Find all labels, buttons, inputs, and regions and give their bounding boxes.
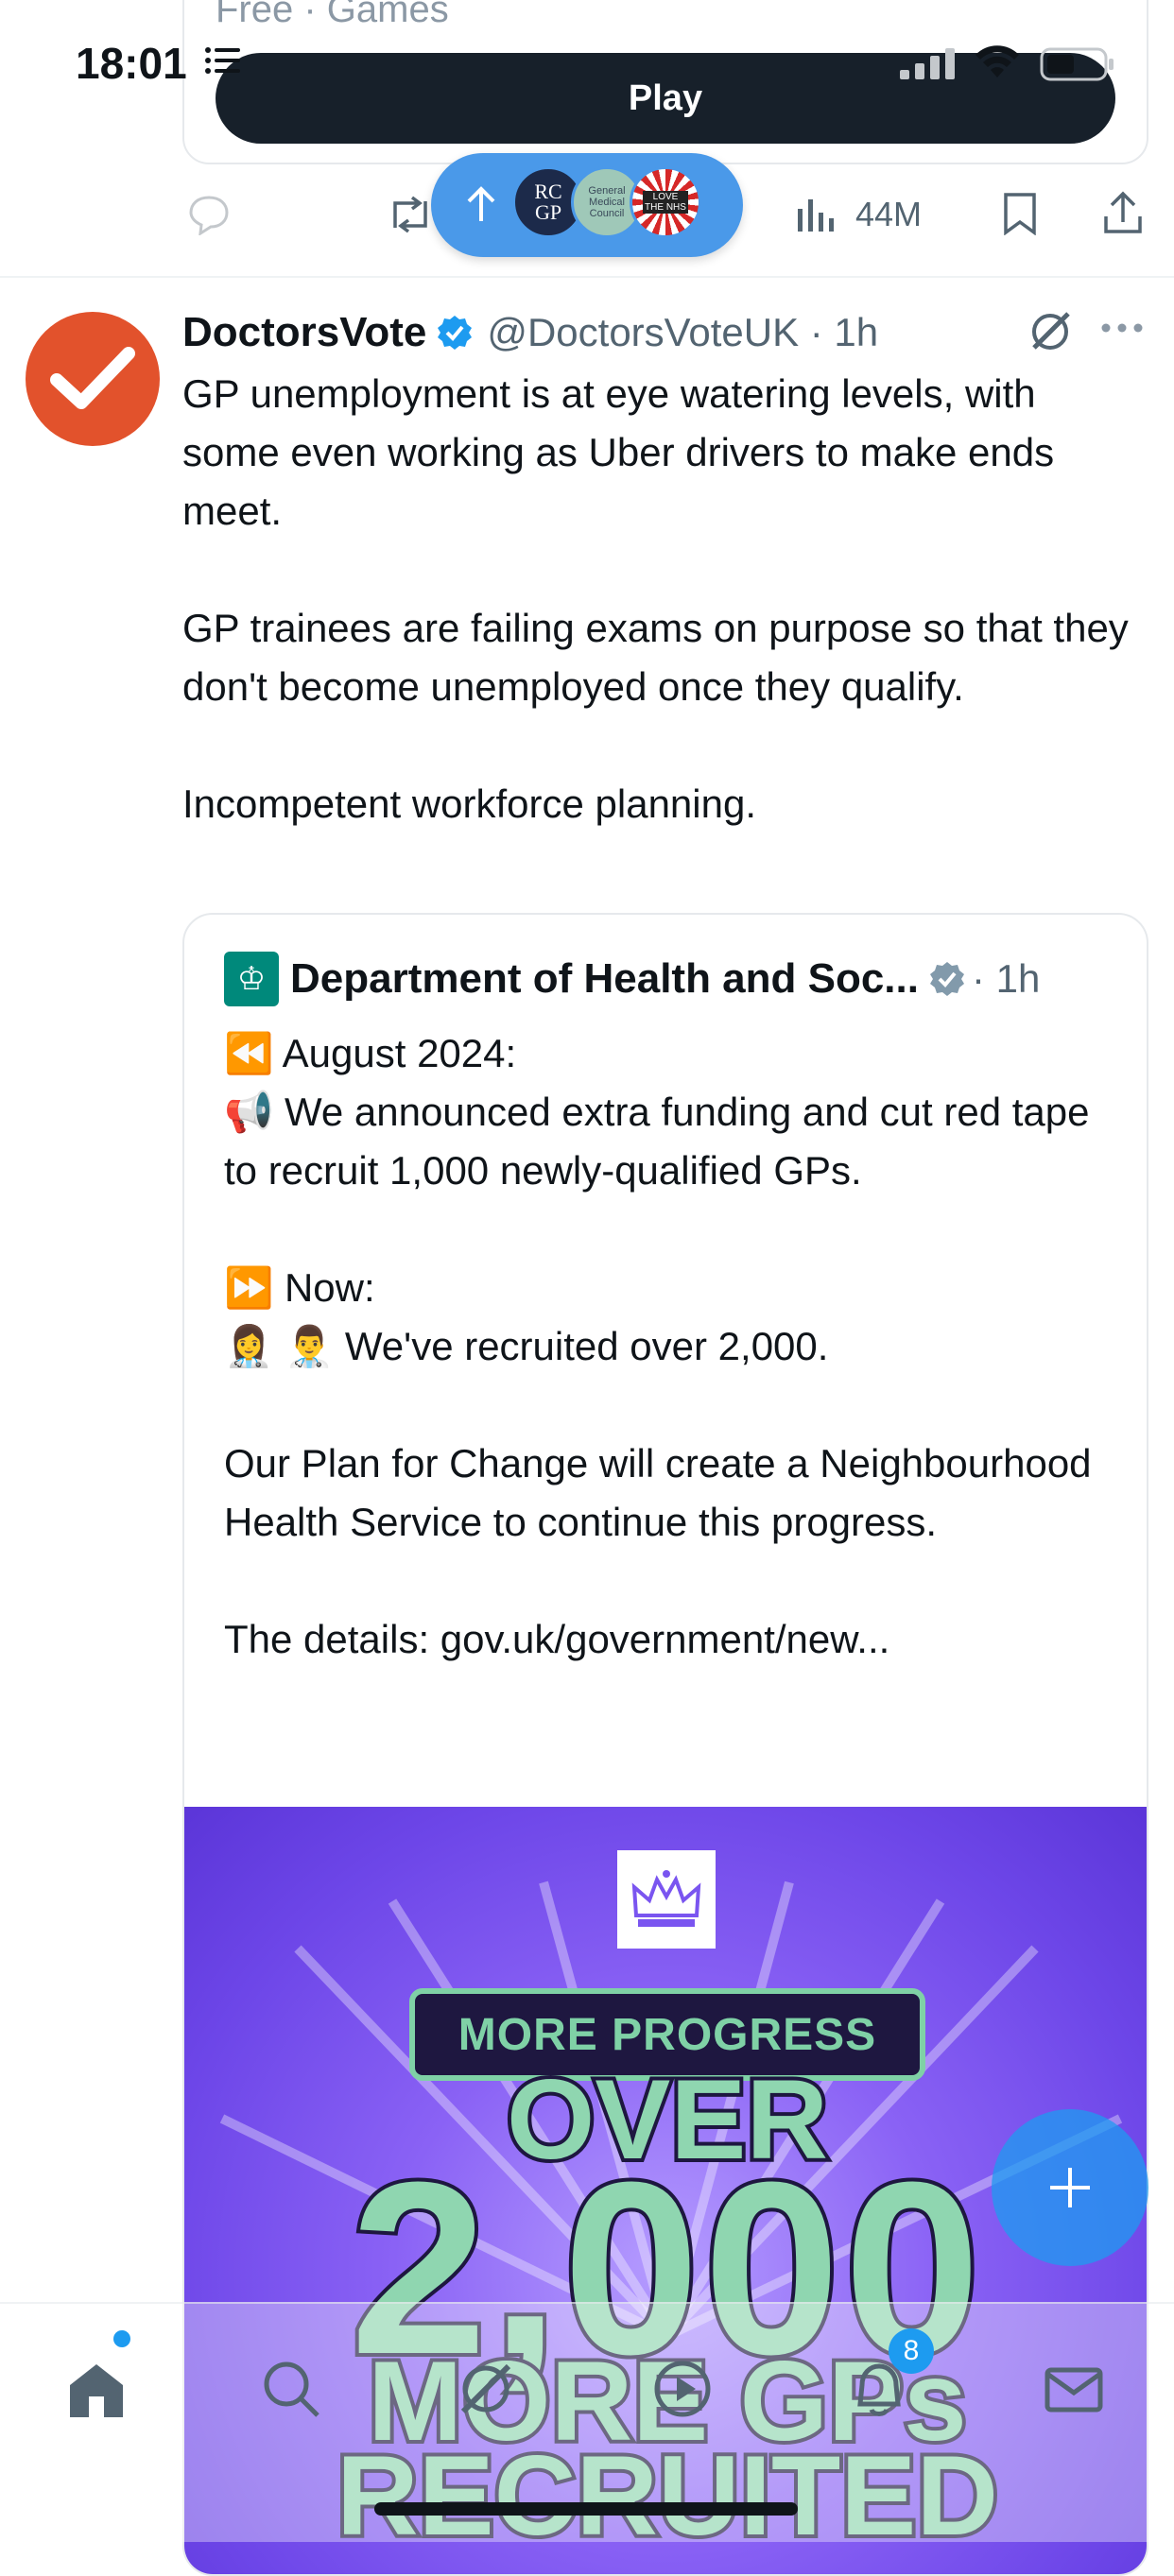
repost-icon[interactable] — [386, 194, 435, 235]
dhsc-logo-icon: ♔ — [224, 952, 279, 1006]
quote-time: · 1h — [971, 956, 1041, 1001]
tweet-header: DoctorsVote @DoctorsVoteUK · 1h — [182, 304, 878, 361]
nav-video[interactable] — [635, 2342, 730, 2436]
quote-header: ♔ Department of Health and Soc... · 1h — [224, 952, 1041, 1006]
arrow-up-icon — [467, 186, 495, 221]
home-unread-dot — [113, 2330, 130, 2347]
crown-icon — [631, 1870, 701, 1927]
crown-logo — [617, 1850, 716, 1949]
author-name[interactable]: DoctorsVote — [182, 309, 426, 356]
tweet-divider — [0, 276, 1174, 278]
status-time: 18:01 — [76, 39, 187, 88]
views-count: 44M — [855, 195, 923, 233]
banner-text: MORE PROGRESS — [458, 2009, 877, 2060]
mail-icon — [1045, 2367, 1103, 2413]
home-icon — [70, 2364, 123, 2417]
game-card-subtitle: Free · Games — [216, 0, 449, 30]
notifications-badge: 8 — [889, 2328, 934, 2374]
grok-nav-icon — [460, 2363, 511, 2414]
plus-icon — [1050, 2168, 1090, 2207]
views-icon[interactable] — [796, 196, 836, 233]
play-circle-icon — [654, 2361, 711, 2417]
compose-button[interactable] — [992, 2109, 1148, 2266]
bookmark-icon[interactable] — [1002, 192, 1038, 235]
quote-text: ⏪ August 2024: 📢 We announced extra fund… — [224, 1031, 1092, 1661]
checkmark-icon — [50, 347, 135, 409]
quote-author-name: Department of Health and Soc... — [290, 955, 919, 1002]
nav-home[interactable] — [49, 2342, 144, 2436]
cellular-signal-icon — [900, 48, 955, 79]
author-avatar[interactable] — [26, 312, 160, 446]
author-handle-time: @DoctorsVoteUK · 1h — [487, 310, 879, 354]
wifi-icon — [975, 45, 1019, 77]
home-indicator[interactable] — [374, 2502, 798, 2516]
nav-messages[interactable] — [1027, 2342, 1121, 2436]
nav-search[interactable] — [244, 2342, 338, 2436]
list-icon — [205, 47, 240, 74]
more-options-icon[interactable] — [1100, 321, 1144, 335]
reply-icon[interactable] — [187, 194, 231, 235]
nav-grok[interactable] — [439, 2342, 533, 2436]
tweet-text: GP unemployment is at eye watering level… — [182, 371, 1129, 826]
battery-icon — [1040, 47, 1114, 81]
grok-icon[interactable] — [1027, 308, 1074, 355]
pill-avatar-nhs: LOVE THE NHS — [630, 166, 701, 238]
search-icon — [264, 2361, 319, 2417]
new-posts-pill[interactable]: RC GP General Medical Council LOVE THE N… — [431, 153, 743, 257]
share-icon[interactable] — [1102, 190, 1144, 235]
government-badge-icon — [929, 962, 964, 996]
verified-badge-icon — [438, 316, 473, 350]
